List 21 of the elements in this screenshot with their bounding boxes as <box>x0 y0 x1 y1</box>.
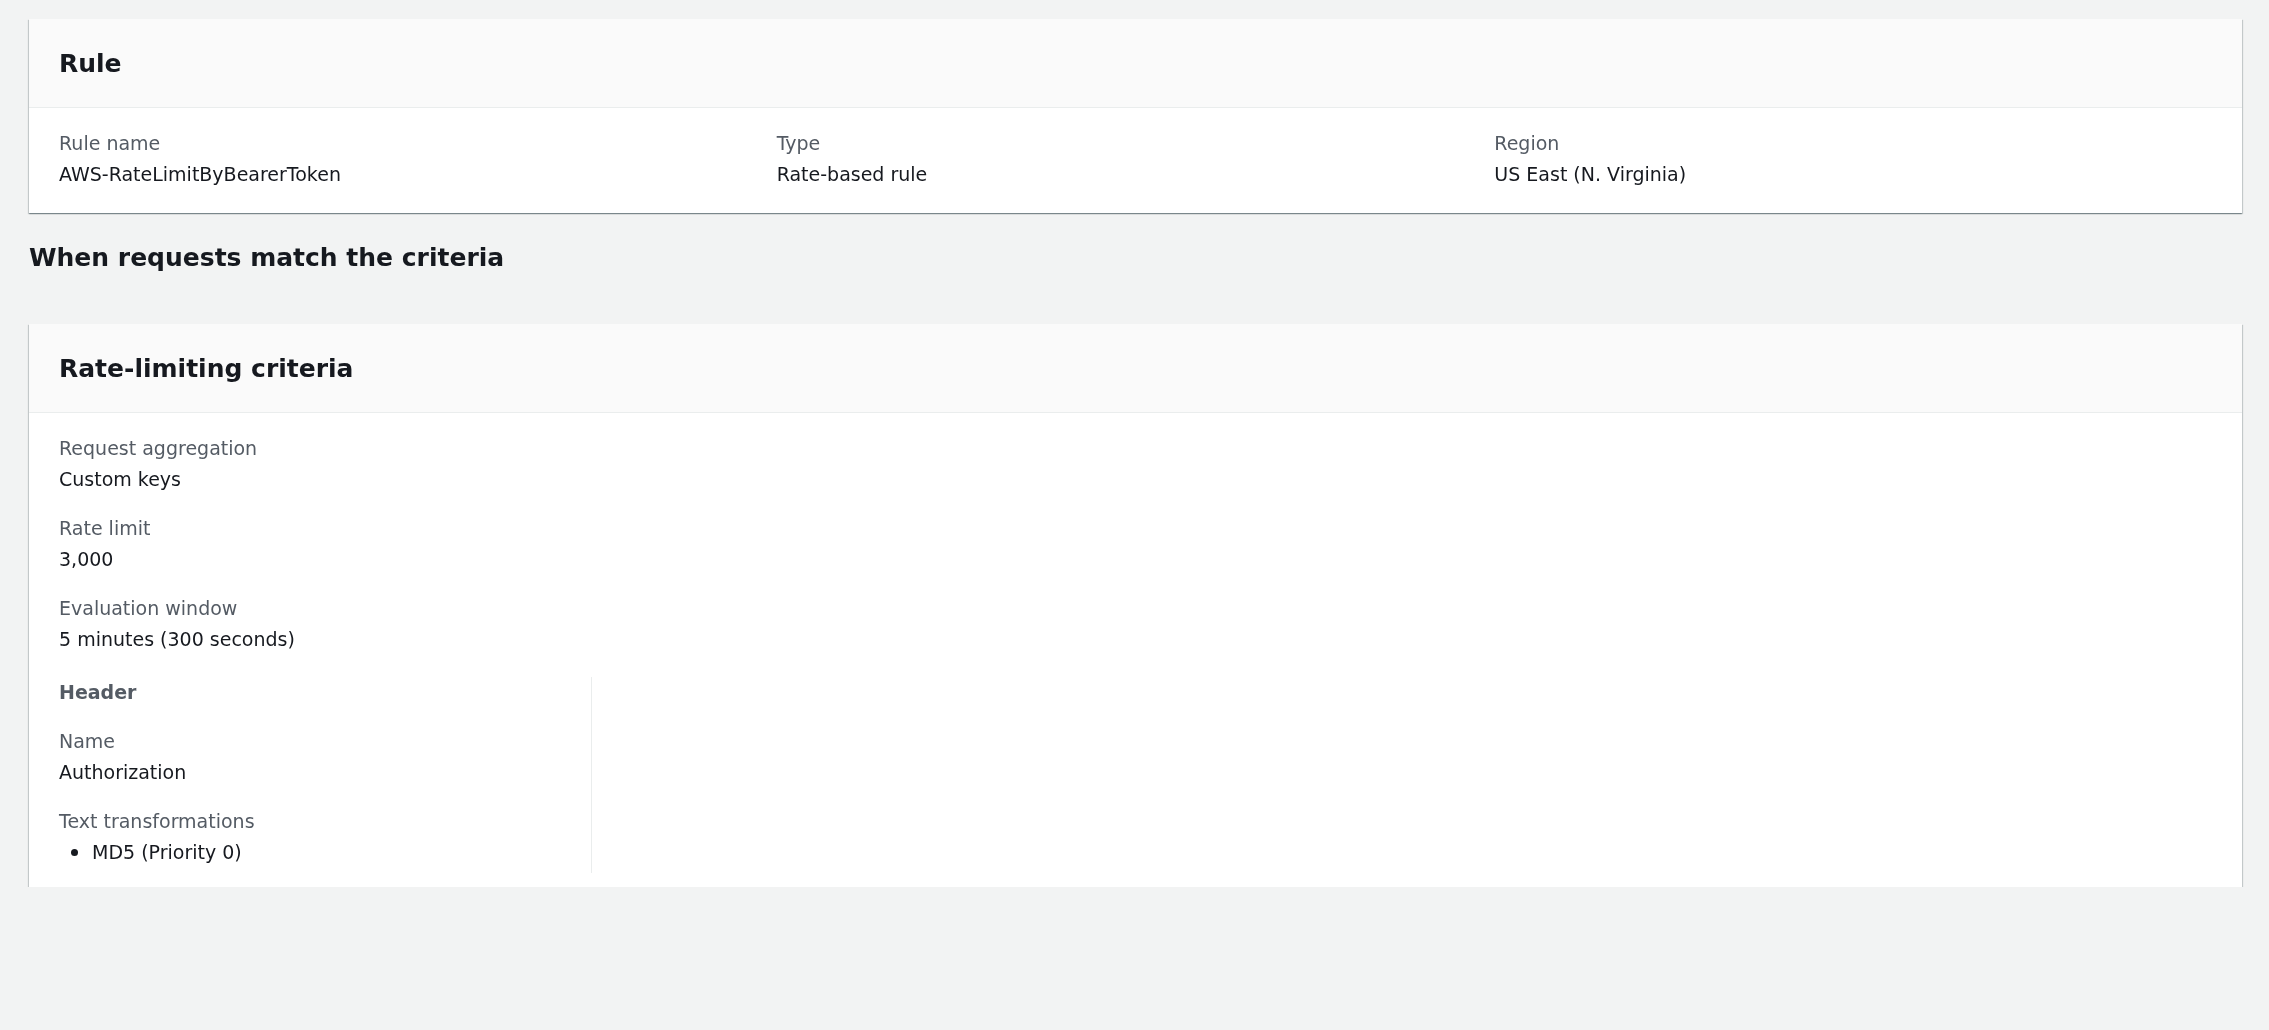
card-title: Rate-limiting criteria <box>59 353 354 383</box>
field-label: Region <box>1494 132 1560 154</box>
field-value: Rate-based rule <box>776 163 928 185</box>
field-value: US East (N. Virginia) <box>1494 163 1687 185</box>
field-label: Rule name <box>59 132 161 154</box>
field-value: Authorization <box>59 761 187 783</box>
field-value: 3,000 <box>59 548 114 570</box>
field-label: Type <box>776 132 821 154</box>
field-value: AWS-RateLimitByBearerToken <box>59 163 341 185</box>
field-value: Custom keys <box>59 468 181 490</box>
field-label: Text transformations <box>59 810 255 832</box>
list-item: MD5 (Priority 0) <box>92 841 242 863</box>
field-label: Name <box>59 730 116 752</box>
section-heading: When requests match the criteria <box>29 243 505 272</box>
field-label: Evaluation window <box>59 597 238 619</box>
key-type-label: Header <box>59 681 137 703</box>
card-title: Rule <box>59 48 122 78</box>
field-value: 5 minutes (300 seconds) <box>59 628 295 650</box>
field-label: Rate limit <box>59 517 151 539</box>
bullet-icon <box>71 848 78 856</box>
field-label: Request aggregation <box>59 437 258 459</box>
